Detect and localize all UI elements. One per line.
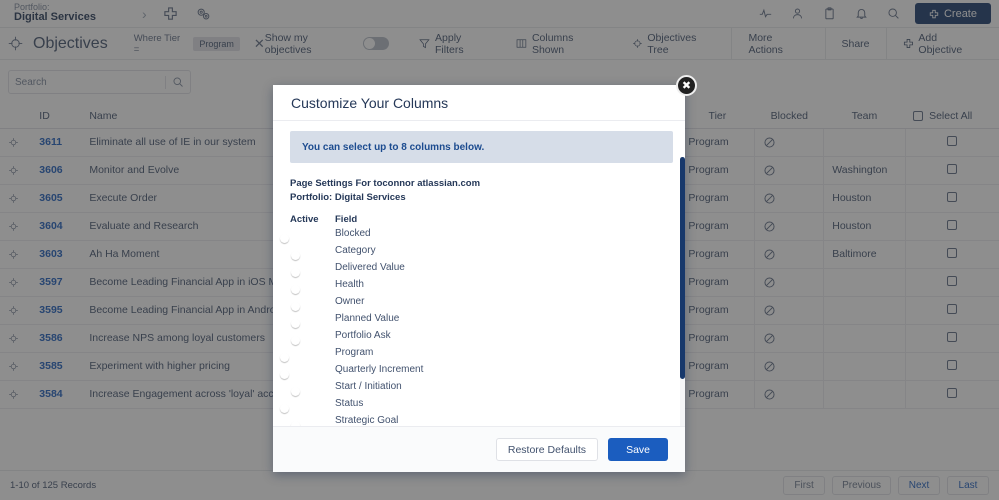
field-row: Blocked xyxy=(280,225,673,244)
toggle-knob xyxy=(291,268,300,278)
scrollbar-thumb[interactable] xyxy=(680,157,685,379)
field-row: Program xyxy=(280,344,673,363)
toggle-knob xyxy=(291,421,300,426)
field-label: Portfolio Ask xyxy=(335,329,391,341)
dialog-title: Customize Your Columns xyxy=(291,94,449,111)
toggle-knob xyxy=(280,234,289,244)
field-label: Planned Value xyxy=(335,312,400,324)
dialog-header: Customize Your Columns xyxy=(273,85,685,121)
toggle-knob xyxy=(291,285,300,295)
field-row: Health xyxy=(290,276,673,295)
toggle-knob xyxy=(280,404,289,414)
dialog-scrollbar[interactable] xyxy=(680,157,685,426)
portfolio-settings-line: Portfolio: Digital Services xyxy=(290,191,406,203)
customize-columns-dialog: ✖ Customize Your Columns You can select … xyxy=(273,75,697,472)
toggle-knob xyxy=(291,336,300,346)
field-row: Status xyxy=(280,395,673,414)
save-button[interactable]: Save xyxy=(608,438,668,461)
toggle-knob xyxy=(291,251,300,261)
toggle-knob xyxy=(291,319,300,329)
field-row: Start / Initiation xyxy=(290,378,673,397)
toggle-knob xyxy=(291,302,300,312)
field-row: Owner xyxy=(290,293,673,312)
dialog-footer: Restore Defaults Save xyxy=(273,426,685,472)
field-label: Status xyxy=(335,397,364,409)
active-column-label: Active xyxy=(290,213,319,225)
toggle-knob xyxy=(280,353,289,363)
field-label: Category xyxy=(335,244,376,256)
page-settings-line: Page Settings For toconnor atlassian.com xyxy=(290,178,481,189)
field-label: Blocked xyxy=(335,227,371,239)
field-label: Delivered Value xyxy=(335,261,405,273)
info-banner: You can select up to 8 columns below. xyxy=(290,131,673,163)
field-list-header: Active Field xyxy=(290,214,673,225)
field-column-label: Field xyxy=(335,213,358,225)
field-label: Strategic Goal xyxy=(335,414,399,426)
close-icon[interactable]: ✖ xyxy=(676,75,697,96)
field-label: Quarterly Increment xyxy=(335,363,424,375)
toggle-knob xyxy=(291,387,300,397)
field-label: Owner xyxy=(335,295,365,307)
field-label: Program xyxy=(335,346,374,358)
field-row: Category xyxy=(290,242,673,261)
field-list: Blocked Category Delivered Value Health Owne… xyxy=(280,225,673,426)
dialog-body: You can select up to 8 columns below. Pa… xyxy=(273,121,685,426)
field-row: Strategic Goal xyxy=(290,412,673,426)
field-label: Health xyxy=(335,278,364,290)
toggle-knob xyxy=(280,370,289,380)
restore-defaults-button[interactable]: Restore Defaults xyxy=(495,438,599,461)
field-row: Portfolio Ask xyxy=(290,327,673,346)
field-row: Delivered Value xyxy=(290,259,673,278)
field-row: Quarterly Increment xyxy=(280,361,673,380)
field-row: Planned Value xyxy=(290,310,673,329)
field-label: Start / Initiation xyxy=(335,380,402,392)
